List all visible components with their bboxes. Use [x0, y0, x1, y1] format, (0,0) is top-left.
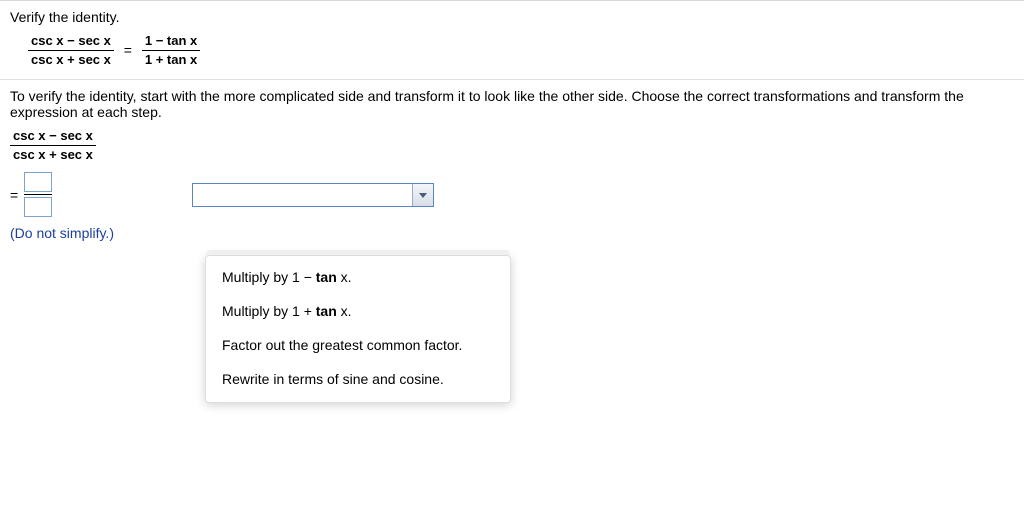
identity-left-den: csc x + sec x: [28, 51, 114, 68]
identity-left-num: csc x − sec x: [28, 33, 114, 51]
directions-text: To verify the identity, start with the m…: [10, 88, 1014, 120]
dropdown-selected-text: [193, 184, 412, 206]
problem-instruction: Verify the identity.: [10, 9, 1014, 25]
step-row: =: [10, 172, 1014, 217]
transformation-dropdown[interactable]: [192, 183, 434, 207]
option-multiply-1-minus-tan[interactable]: Multiply by 1 − tan x.: [206, 260, 510, 294]
identity-equation: csc x − sec x csc x + sec x = 1 − tan x …: [28, 33, 1014, 67]
start-den: csc x + sec x: [10, 146, 96, 163]
option-factor-gcf[interactable]: Factor out the greatest common factor.: [206, 328, 510, 362]
identity-right-den: 1 + tan x: [142, 51, 200, 68]
option-rewrite-sine-cosine[interactable]: Rewrite in terms of sine and cosine.: [206, 362, 510, 396]
do-not-simplify-note: (Do not simplify.): [10, 225, 1014, 241]
answer-numerator-input[interactable]: [24, 172, 52, 192]
identity-right-fraction: 1 − tan x 1 + tan x: [142, 33, 200, 67]
start-fraction: csc x − sec x csc x + sec x: [10, 128, 96, 162]
chevron-down-icon: [418, 190, 428, 200]
step-equals: =: [10, 187, 24, 203]
starting-expression: csc x − sec x csc x + sec x: [10, 128, 1014, 162]
identity-left-fraction: csc x − sec x csc x + sec x: [28, 33, 114, 67]
dropdown-options-panel: Multiply by 1 − tan x. Multiply by 1 + t…: [205, 255, 511, 403]
equals-sign: =: [118, 42, 138, 58]
problem-section: Verify the identity. csc x − sec x csc x…: [0, 0, 1024, 79]
option-multiply-1-plus-tan[interactable]: Multiply by 1 + tan x.: [206, 294, 510, 328]
answer-fraction: [24, 172, 52, 217]
work-section: To verify the identity, start with the m…: [0, 79, 1024, 415]
answer-denominator-input[interactable]: [24, 197, 52, 217]
start-num: csc x − sec x: [10, 128, 96, 146]
dropdown-toggle-button[interactable]: [412, 184, 433, 206]
identity-right-num: 1 − tan x: [142, 33, 200, 51]
